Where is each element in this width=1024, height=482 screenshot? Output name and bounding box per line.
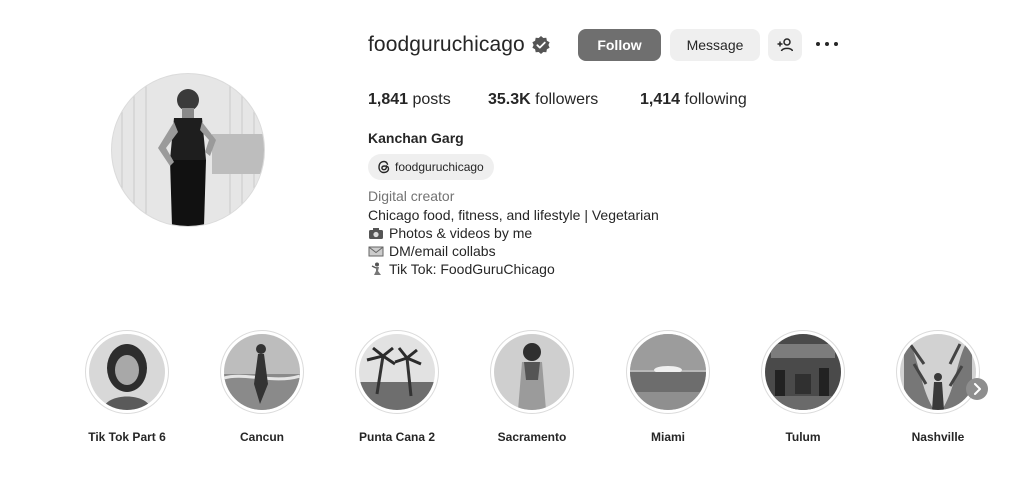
highlight-label: Tik Tok Part 6 [88, 430, 166, 444]
message-button[interactable]: Message [670, 29, 760, 61]
story-highlight[interactable]: Tik Tok Part 6 [82, 330, 172, 444]
story-highlight[interactable]: Tulum [758, 330, 848, 444]
following-count: 1,414 [640, 91, 681, 108]
highlight-cover-image [359, 334, 435, 410]
story-highlight[interactable]: Punta Cana 2 [352, 330, 442, 444]
followers-label: followers [535, 91, 599, 108]
highlight-ring [490, 330, 574, 414]
highlight-ring [626, 330, 710, 414]
following-label: following [684, 91, 747, 108]
threads-handle: foodguruchicago [395, 160, 484, 174]
highlights-next-button[interactable] [966, 378, 988, 400]
profile-category: Digital creator [368, 188, 455, 204]
suggested-accounts-button[interactable] [768, 29, 802, 61]
envelope-emoji [368, 246, 384, 257]
camera-emoji [369, 228, 383, 239]
profile-full-name: Kanchan Garg [368, 130, 464, 146]
bio-text: Photos & videos by me [389, 225, 533, 241]
highlight-label: Punta Cana 2 [358, 430, 436, 444]
add-person-icon [777, 38, 793, 52]
story-highlight[interactable]: Miami [623, 330, 713, 444]
verified-badge-icon [532, 36, 550, 54]
dancer-emoji [371, 262, 381, 275]
highlight-ring [85, 330, 169, 414]
more-options-icon[interactable] [814, 34, 840, 54]
followers-count: 35.3K [488, 91, 531, 108]
profile-username: foodguruchicago [368, 33, 525, 56]
followers-stat[interactable]: 35.3K followers [488, 91, 598, 109]
story-highlight[interactable]: Cancun [217, 330, 307, 444]
bio-text: Tik Tok: FoodGuruChicago [389, 261, 555, 277]
highlight-cover-image [494, 334, 570, 410]
bio-line: Tik Tok: FoodGuruChicago [368, 261, 555, 277]
bio-line: DM/email collabs [368, 243, 496, 259]
highlight-label: Nashville [911, 430, 965, 444]
highlight-label: Tulum [785, 430, 821, 444]
highlight-label: Sacramento [497, 430, 567, 444]
highlight-cover-image [89, 334, 165, 410]
threads-icon [378, 160, 390, 174]
bio-text: Chicago food, fitness, and lifestyle | V… [368, 207, 659, 223]
story-highlight[interactable]: Sacramento [487, 330, 577, 444]
bio-line: Chicago food, fitness, and lifestyle | V… [368, 207, 659, 223]
profile-avatar[interactable] [111, 73, 265, 227]
highlight-ring [896, 330, 980, 414]
highlight-ring [761, 330, 845, 414]
highlight-cover-image [224, 334, 300, 410]
highlight-cover-image [900, 334, 976, 410]
avatar-photo [112, 74, 264, 226]
highlight-label: Miami [650, 430, 685, 444]
bio-text: DM/email collabs [389, 243, 496, 259]
highlight-ring [220, 330, 304, 414]
highlight-cover-image [765, 334, 841, 410]
follow-button[interactable]: Follow [578, 29, 661, 61]
chevron-right-icon [974, 383, 981, 395]
posts-stat: 1,841 posts [368, 91, 451, 109]
highlight-ring [355, 330, 439, 414]
highlight-label: Cancun [239, 430, 284, 444]
posts-label: posts [412, 91, 451, 108]
threads-link[interactable]: foodguruchicago [368, 154, 494, 180]
highlight-cover-image [630, 334, 706, 410]
posts-count: 1,841 [368, 91, 409, 108]
bio-line: Photos & videos by me [368, 225, 532, 241]
following-stat[interactable]: 1,414 following [640, 91, 747, 109]
